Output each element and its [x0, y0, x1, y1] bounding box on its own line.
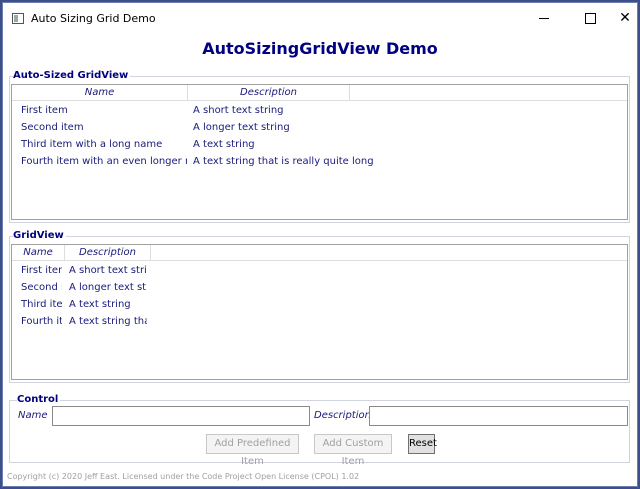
table-row-name[interactable]: First item [21, 103, 187, 119]
app-icon[interactable] [12, 13, 24, 24]
title-bar[interactable]: Auto Sizing Grid Demo ✕ [3, 3, 637, 35]
table-row-name[interactable]: Third item with a long name [21, 137, 187, 153]
table-row-description[interactable]: A text string that is really quite long [193, 154, 373, 170]
table-row-name[interactable]: Second it [21, 280, 62, 296]
gridview[interactable]: Name Description First item A short text… [11, 244, 628, 380]
window-title: Auto Sizing Grid Demo [31, 12, 156, 25]
column-header-name[interactable]: Name [12, 85, 188, 101]
control-group-title: Control [17, 394, 61, 405]
name-label: Name [18, 410, 48, 421]
table-row-description[interactable]: A longer text strin [69, 280, 147, 296]
column-header-filler [151, 245, 627, 261]
minimize-icon [539, 17, 549, 19]
close-icon: ✕ [619, 10, 631, 26]
table-row-description[interactable]: A short text string [193, 103, 353, 119]
maximize-icon [584, 12, 596, 24]
maximize-button[interactable] [567, 3, 613, 34]
column-header-name[interactable]: Name [12, 245, 65, 261]
reset-button[interactable]: Reset [408, 434, 437, 454]
table-row-name[interactable]: Second item [21, 120, 187, 136]
description-label: Description [314, 410, 371, 421]
table-row-name[interactable]: Fourth item with an even longer name [21, 154, 187, 170]
table-row-description[interactable]: A text string that i [69, 314, 147, 330]
minimize-button[interactable] [521, 3, 567, 34]
auto-sized-group-title: Auto-Sized GridView [13, 70, 131, 81]
main-window: Auto Sizing Grid Demo ✕ AutoSizingGridVi… [2, 2, 638, 487]
column-header-description[interactable]: Description [65, 245, 151, 261]
column-header-filler [350, 85, 627, 101]
table-row-name[interactable]: First item [21, 263, 62, 279]
add-custom-item-button[interactable]: Add Custom Item [314, 434, 392, 467]
table-row-description[interactable]: A longer text string [193, 120, 353, 136]
column-header-description[interactable]: Description [188, 85, 350, 101]
table-row-name[interactable]: Fourth ite [21, 314, 62, 330]
close-button[interactable]: ✕ [613, 3, 637, 34]
add-predefined-item-button[interactable]: Add Predefined Item [206, 434, 299, 467]
gridview-group-title: GridView [13, 230, 66, 241]
table-row-description[interactable]: A short text string [69, 263, 147, 279]
page-heading: AutoSizingGridView Demo [202, 39, 438, 58]
table-row-name[interactable]: Third item [21, 297, 62, 313]
auto-sized-gridview[interactable]: Name Description First item A short text… [11, 84, 628, 220]
copyright-text: Copyright (c) 2020 Jeff East. Licensed u… [7, 472, 360, 481]
name-input[interactable] [52, 406, 310, 426]
description-input[interactable] [369, 406, 628, 426]
table-row-description[interactable]: A text string [69, 297, 147, 313]
table-row-description[interactable]: A text string [193, 137, 353, 153]
